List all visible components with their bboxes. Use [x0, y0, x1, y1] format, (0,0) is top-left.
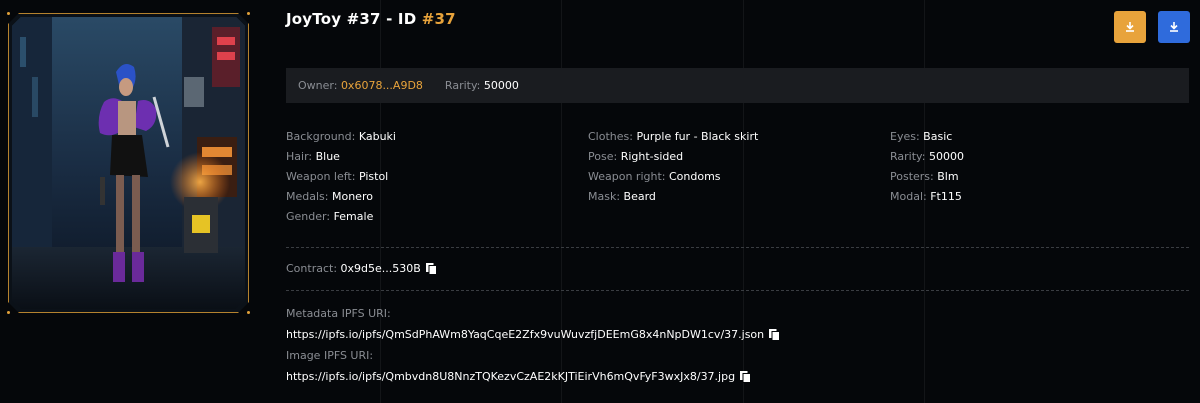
attribute-eyes: Eyes: Basic	[890, 130, 952, 143]
attribute-weapon-left: Weapon left: Pistol	[286, 170, 388, 183]
attribute-label: Posters:	[890, 170, 934, 183]
attribute-value: 50000	[928, 150, 964, 163]
download-icon	[1168, 18, 1180, 37]
image-label-row: Image IPFS URI:	[286, 349, 373, 362]
attribute-pose: Pose: Right-sided	[588, 150, 683, 163]
copy-icon[interactable]	[425, 262, 438, 275]
nft-artwork-frame	[8, 13, 249, 313]
attribute-medals: Medals: Monero	[286, 190, 373, 203]
attribute-clothes: Clothes: Purple fur - Black skirt	[588, 130, 758, 143]
attribute-label: Rarity:	[890, 150, 926, 163]
owner-label: Owner:	[298, 79, 338, 92]
attribute-value: Basic	[923, 130, 953, 143]
image-uri: https://ipfs.io/ipfs/Qmbvdn8U8NnzTQKezvC…	[286, 370, 736, 383]
metadata-uri-row: https://ipfs.io/ipfs/QmSdPhAWm8YaqCqeE2Z…	[286, 328, 781, 341]
corner-dot	[7, 311, 10, 314]
download-image-button[interactable]	[1158, 11, 1190, 43]
attribute-label: Clothes:	[588, 130, 633, 143]
metadata-label-row: Metadata IPFS URI:	[286, 307, 391, 320]
token-id: #37	[421, 10, 456, 28]
metadata-uri: https://ipfs.io/ipfs/QmSdPhAWm8YaqCqeE2Z…	[286, 328, 765, 341]
contract-address: 0x9d5e...530B	[340, 262, 421, 275]
corner-dot	[247, 12, 250, 15]
owner-info-bar: Owner: 0x6078...A9D8 Rarity: 50000	[286, 68, 1189, 103]
divider	[286, 290, 1189, 291]
attribute-value: Monero	[331, 190, 373, 203]
grid-line	[743, 0, 744, 403]
attribute-label: Gender:	[286, 210, 331, 223]
attribute-value: Purple fur - Black skirt	[636, 130, 759, 143]
attribute-label: Pose:	[588, 150, 618, 163]
attribute-value: Kabuki	[358, 130, 396, 143]
attribute-label: Weapon left:	[286, 170, 356, 183]
metadata-label: Metadata IPFS URI:	[286, 307, 391, 320]
attribute-weapon-right: Weapon right: Condoms	[588, 170, 721, 183]
attribute-label: Weapon right:	[588, 170, 666, 183]
contract-row: Contract: 0x9d5e...530B	[286, 262, 438, 275]
attribute-mask: Mask: Beard	[588, 190, 656, 203]
owner-field: Owner: 0x6078...A9D8	[298, 79, 423, 92]
contract-label: Contract:	[286, 262, 338, 275]
attribute-value: Female	[333, 210, 374, 223]
attribute-value: Right-sided	[620, 150, 684, 163]
image-label: Image IPFS URI:	[286, 349, 374, 362]
attribute-label: Eyes:	[890, 130, 920, 143]
attribute-label: Hair:	[286, 150, 313, 163]
attribute-rarity: Rarity: 50000	[890, 150, 964, 163]
attribute-modal: Modal: Ft115	[890, 190, 962, 203]
attribute-value: Blm	[937, 170, 959, 183]
divider	[286, 247, 1189, 248]
copy-icon[interactable]	[768, 328, 781, 341]
corner-dot	[7, 12, 10, 15]
corner-dot	[247, 311, 250, 314]
attribute-label: Background:	[286, 130, 356, 143]
attribute-posters: Posters: Blm	[890, 170, 959, 183]
owner-address-link[interactable]: 0x6078...A9D8	[341, 79, 423, 92]
attribute-value: Pistol	[358, 170, 389, 183]
image-uri-row: https://ipfs.io/ipfs/Qmbvdn8U8NnzTQKezvC…	[286, 370, 752, 383]
attribute-label: Mask:	[588, 190, 621, 203]
attribute-value: Condoms	[668, 170, 721, 183]
grid-line	[561, 0, 562, 403]
nft-detail-page: JoyToy #37 - ID #37 Owner: 0x6078...A9D8…	[0, 0, 1200, 403]
download-metadata-button[interactable]	[1114, 11, 1146, 43]
attribute-gender: Gender: Female	[286, 210, 373, 223]
nft-artwork-image[interactable]	[12, 17, 245, 309]
attribute-background: Background: Kabuki	[286, 130, 396, 143]
rarity-value: 50000	[483, 79, 519, 92]
attribute-hair: Hair: Blue	[286, 150, 340, 163]
attribute-value: Beard	[623, 190, 656, 203]
attribute-value: Ft115	[930, 190, 962, 203]
page-title: JoyToy #37 - ID #37	[286, 10, 456, 28]
download-icon	[1124, 18, 1136, 37]
attribute-label: Modal:	[890, 190, 927, 203]
grid-line	[380, 0, 381, 403]
attribute-value: Blue	[315, 150, 340, 163]
rarity-label: Rarity:	[444, 79, 481, 92]
attribute-label: Medals:	[286, 190, 329, 203]
rarity-field: Rarity: 50000	[445, 79, 519, 92]
copy-icon[interactable]	[739, 370, 752, 383]
title-text: JoyToy #37 - ID	[286, 10, 422, 28]
